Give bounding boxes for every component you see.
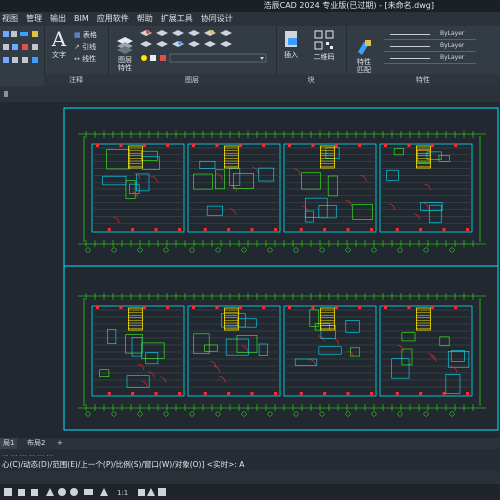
linetype-dropdown[interactable]: ByLayer — [384, 42, 476, 52]
tab-arrow-icon[interactable] — [4, 91, 8, 97]
leader-label: 引线 — [82, 43, 97, 51]
tab-layout1[interactable]: 局1 — [0, 438, 18, 449]
color-dropdown[interactable]: ByLayer — [384, 30, 476, 40]
match-properties-label: 特性 匹配 — [357, 58, 371, 74]
linear-label: 线性 — [82, 55, 97, 63]
status-toggles-icon[interactable]: 1:1 — [4, 487, 174, 498]
layer-properties-label: 图层 特性 — [118, 56, 132, 72]
text-button[interactable]: A 文字 — [48, 28, 70, 60]
menu-view[interactable]: 视图 — [0, 12, 22, 26]
table-icon: ▦ — [74, 31, 81, 39]
status-bar: 1:1 — [0, 484, 500, 500]
paintbrush-icon — [358, 40, 371, 55]
drawing-canvas[interactable] — [0, 102, 500, 440]
layer-stack-icon — [117, 37, 133, 54]
menu-bar: 视图 管理 输出 BIM 应用软件 帮助 扩展工具 协同设计 — [0, 12, 500, 26]
menu-bim[interactable]: BIM — [70, 12, 93, 26]
menu-help[interactable]: 帮助 — [133, 12, 157, 26]
ribbon-panel-layers: 图层 特性 图层 — [108, 26, 277, 86]
command-history: ... ... ... ... ... ... — [2, 450, 54, 458]
properties-panel-label: 特性 — [346, 74, 500, 86]
scale-readout: 1:1 — [117, 489, 128, 497]
layer-tools-icon[interactable] — [138, 28, 272, 68]
tab-layout2[interactable]: 布局2 — [24, 438, 48, 449]
ribbon-panel-modify — [0, 26, 45, 86]
ribbon-panel-block: 插入 二维码 块 — [276, 26, 347, 86]
leader-button[interactable]: ↗ 引线 — [74, 42, 96, 52]
add-layout-button[interactable]: + — [54, 438, 66, 449]
layout-tab-bar: 局1 布局2 + — [0, 438, 500, 449]
qrcode-label: 二维码 — [313, 53, 335, 61]
modify-tools-icon[interactable] — [2, 30, 42, 70]
lineweight-swatch — [390, 58, 430, 59]
qrcode-button[interactable]: 二维码 — [306, 30, 342, 62]
text-label: 文字 — [52, 51, 66, 59]
block-panel-label: 块 — [276, 74, 346, 86]
insert-label: 插入 — [284, 51, 298, 59]
leader-icon: ↗ — [74, 43, 80, 51]
color-swatch — [390, 34, 430, 35]
menu-output[interactable]: 输出 — [46, 12, 70, 26]
lineweight-value: ByLayer — [440, 54, 465, 61]
layers-panel-label: 图层 — [108, 74, 276, 86]
insert-button[interactable]: 插入 — [280, 30, 302, 60]
command-window[interactable]: ... ... ... ... ... ... 心(C)/动态(D)/范围(E)… — [0, 449, 500, 471]
command-line[interactable]: 心(C)/动态(D)/范围(E)/上一个(P)/比例(S)/窗口(W)/对象(O… — [0, 459, 244, 471]
color-value: ByLayer — [440, 30, 465, 37]
menu-collab[interactable]: 协同设计 — [197, 12, 237, 26]
linetype-value: ByLayer — [440, 42, 465, 49]
menu-manage[interactable]: 管理 — [22, 12, 46, 26]
table-button[interactable]: ▦ 表格 — [74, 30, 97, 40]
floor-plan-drawing — [0, 102, 500, 440]
ribbon: A 文字 ▦ 表格 ↗ 引线 ↔ 线性 注释 图层 特性 图层 插入 二维码 块… — [0, 26, 500, 87]
annotate-panel-label: 注释 — [44, 74, 108, 86]
file-tab-bar — [0, 86, 500, 102]
insert-block-icon — [285, 31, 297, 47]
linetype-swatch — [390, 46, 430, 47]
ribbon-panel-annotate: A 文字 ▦ 表格 ↗ 引线 ↔ 线性 注释 — [44, 26, 109, 86]
table-label: 表格 — [82, 31, 97, 39]
linear-button[interactable]: ↔ 线性 — [74, 54, 96, 64]
text-icon: A — [51, 27, 67, 51]
title-bar: 浩辰CAD 2024 专业版(已过期) - [未命名.dwg] — [0, 0, 500, 12]
menu-apps[interactable]: 应用软件 — [93, 12, 133, 26]
menu-extensions[interactable]: 扩展工具 — [157, 12, 197, 26]
layer-properties-button[interactable]: 图层 特性 — [114, 28, 136, 80]
linear-icon: ↔ — [74, 55, 80, 63]
qrcode-icon — [314, 30, 334, 50]
lineweight-dropdown[interactable]: ByLayer — [384, 54, 476, 64]
window-title: 浩辰CAD 2024 专业版(已过期) - [未命名.dwg] — [263, 1, 434, 10]
command-input-bar[interactable] — [0, 471, 500, 484]
